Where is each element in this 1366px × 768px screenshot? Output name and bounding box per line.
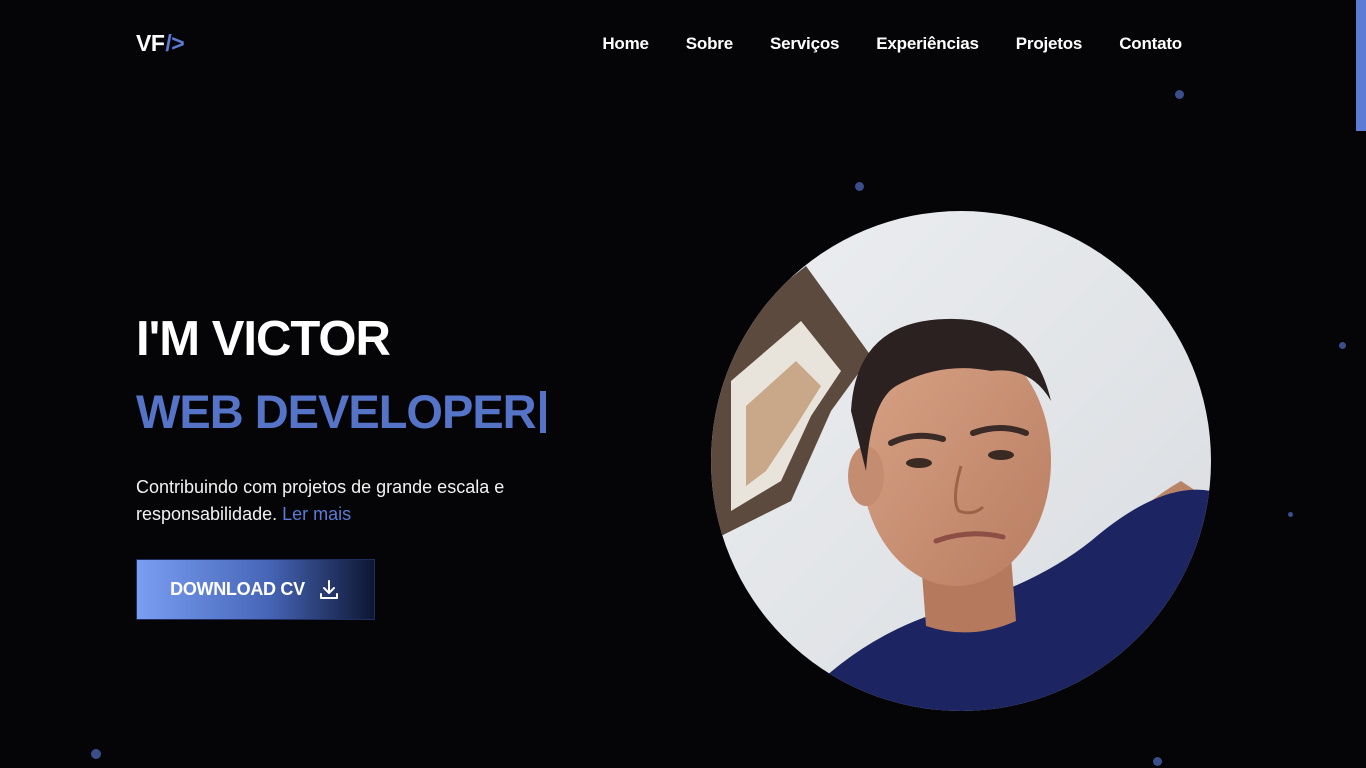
hero-description: Contribuindo com projetos de grande esca… xyxy=(136,474,596,528)
profile-photo xyxy=(711,211,1211,711)
hero-role: WEB DEVELOPER xyxy=(136,384,546,439)
profile-photo-illustration xyxy=(711,211,1211,711)
download-cv-button[interactable]: DOWNLOAD CV xyxy=(136,559,375,620)
nav-contato[interactable]: Contato xyxy=(1119,34,1182,54)
hero-title: I'M VICTOR xyxy=(136,312,391,366)
logo-code-mark: /> xyxy=(165,30,185,56)
hero-role-text: WEB DEVELOPER xyxy=(136,385,537,438)
nav-home[interactable]: Home xyxy=(602,34,649,54)
download-cv-label: DOWNLOAD CV xyxy=(170,579,305,599)
nav-servicos[interactable]: Serviços xyxy=(770,34,839,54)
nav-projetos[interactable]: Projetos xyxy=(1016,34,1083,54)
read-more-link[interactable]: Ler mais xyxy=(282,504,351,524)
nav-experiencias[interactable]: Experiências xyxy=(876,34,979,54)
typing-cursor xyxy=(539,390,546,433)
particle-dot xyxy=(1288,512,1293,517)
scrollbar-thumb[interactable] xyxy=(1356,0,1366,131)
download-icon xyxy=(319,579,338,599)
particle-dot xyxy=(855,182,864,191)
particle-dot xyxy=(1339,342,1346,349)
logo[interactable]: VF/> xyxy=(136,30,185,57)
page: VF/> Home Sobre Serviços Experiências Pr… xyxy=(0,0,1366,768)
main-nav: Home Sobre Serviços Experiências Projeto… xyxy=(602,34,1182,54)
logo-text: VF xyxy=(136,30,165,56)
particle-dot xyxy=(1153,757,1162,766)
particle-dot xyxy=(91,749,101,759)
nav-sobre[interactable]: Sobre xyxy=(686,34,733,54)
particle-dot xyxy=(1175,90,1184,99)
